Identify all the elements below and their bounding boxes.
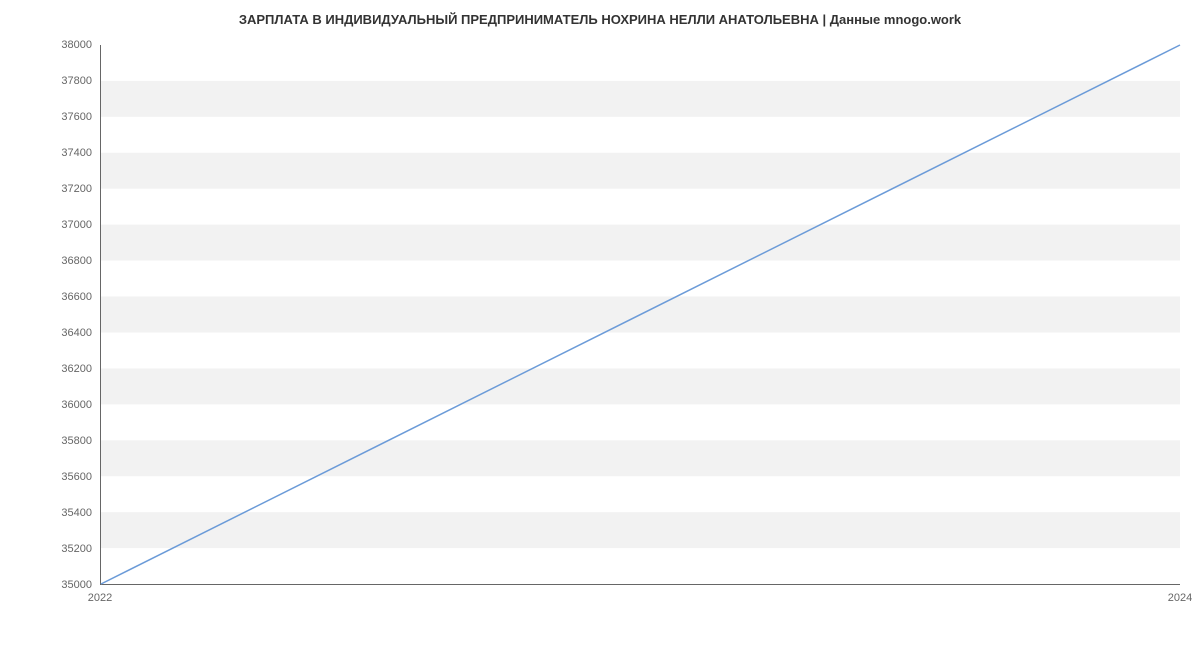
y-tick-label: 36000 bbox=[32, 399, 92, 411]
chart-title: ЗАРПЛАТА В ИНДИВИДУАЛЬНЫЙ ПРЕДПРИНИМАТЕЛ… bbox=[0, 0, 1200, 35]
x-tick-label: 2022 bbox=[88, 592, 112, 604]
y-tick-label: 37000 bbox=[32, 219, 92, 231]
grid-band bbox=[101, 368, 1180, 404]
y-tick-label: 35400 bbox=[32, 507, 92, 519]
y-tick-label: 35800 bbox=[32, 435, 92, 447]
plot-area bbox=[100, 45, 1180, 585]
grid-band bbox=[101, 225, 1180, 261]
y-tick-label: 37600 bbox=[32, 111, 92, 123]
y-tick-label: 37200 bbox=[32, 183, 92, 195]
x-tick-label: 2024 bbox=[1168, 592, 1192, 604]
y-tick-label: 35600 bbox=[32, 471, 92, 483]
y-tick-label: 36400 bbox=[32, 327, 92, 339]
y-tick-label: 36800 bbox=[32, 255, 92, 267]
y-tick-label: 37800 bbox=[32, 75, 92, 87]
grid-band bbox=[101, 153, 1180, 189]
y-tick-label: 35000 bbox=[32, 579, 92, 591]
y-tick-label: 36200 bbox=[32, 363, 92, 375]
y-tick-label: 36600 bbox=[32, 291, 92, 303]
chart-svg bbox=[101, 45, 1180, 584]
y-tick-label: 35200 bbox=[32, 543, 92, 555]
y-tick-label: 38000 bbox=[32, 39, 92, 51]
grid-band bbox=[101, 81, 1180, 117]
chart-container: ЗАРПЛАТА В ИНДИВИДУАЛЬНЫЙ ПРЕДПРИНИМАТЕЛ… bbox=[0, 0, 1200, 650]
grid-band bbox=[101, 440, 1180, 476]
grid-band bbox=[101, 512, 1180, 548]
y-tick-label: 37400 bbox=[32, 147, 92, 159]
